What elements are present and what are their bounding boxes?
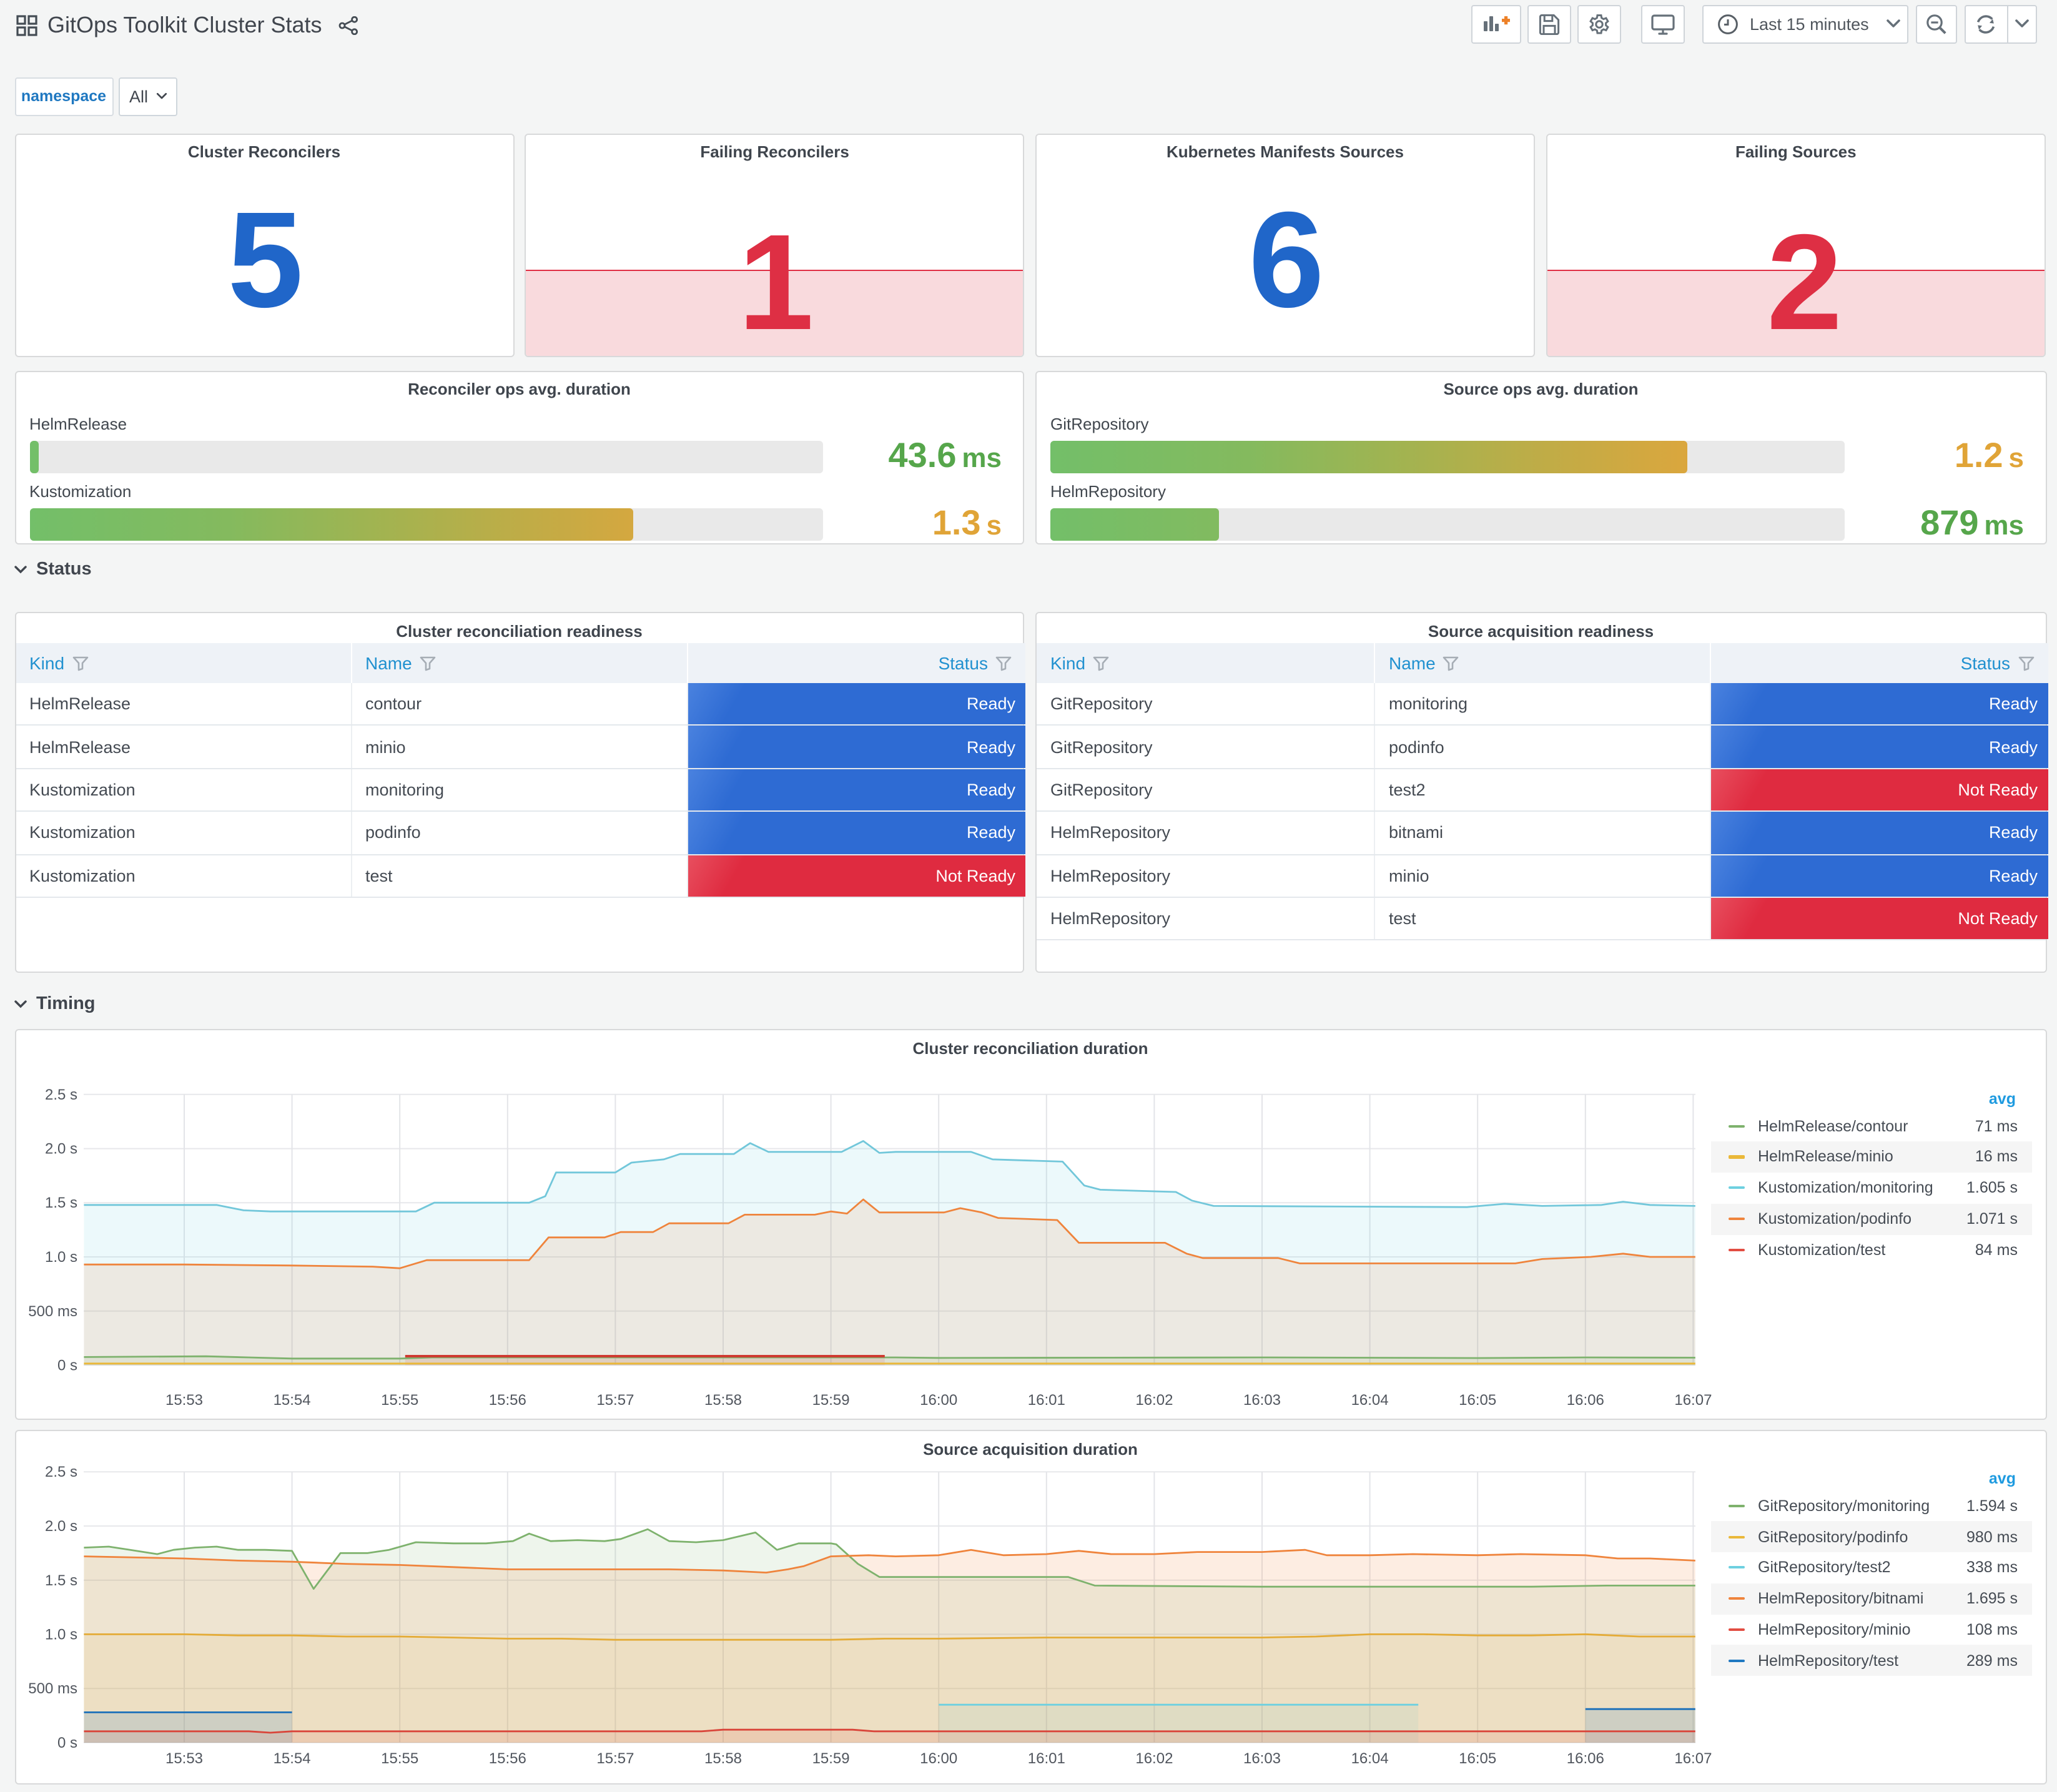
svg-text:16:01: 16:01 bbox=[1027, 1750, 1065, 1767]
svg-text:15:57: 15:57 bbox=[596, 1750, 633, 1767]
svg-text:2.5 s: 2.5 s bbox=[44, 1464, 77, 1480]
svg-text:15:58: 15:58 bbox=[704, 1392, 741, 1409]
svg-text:1.0 s: 1.0 s bbox=[44, 1626, 77, 1643]
svg-text:1.5 s: 1.5 s bbox=[44, 1572, 77, 1589]
svg-text:2.0 s: 2.0 s bbox=[44, 1518, 77, 1535]
svg-text:15:56: 15:56 bbox=[488, 1392, 526, 1409]
svg-text:2.0 s: 2.0 s bbox=[44, 1141, 77, 1158]
svg-text:500 ms: 500 ms bbox=[27, 1680, 77, 1697]
svg-text:15:55: 15:55 bbox=[380, 1392, 418, 1409]
svg-text:15:59: 15:59 bbox=[812, 1392, 849, 1409]
svg-text:500 ms: 500 ms bbox=[27, 1303, 77, 1320]
svg-text:16:02: 16:02 bbox=[1135, 1750, 1172, 1767]
svg-text:0 s: 0 s bbox=[57, 1735, 77, 1751]
svg-text:16:00: 16:00 bbox=[919, 1392, 957, 1409]
svg-text:15:54: 15:54 bbox=[273, 1750, 310, 1767]
svg-text:15:57: 15:57 bbox=[596, 1392, 633, 1409]
svg-text:15:54: 15:54 bbox=[273, 1392, 310, 1409]
svg-text:16:06: 16:06 bbox=[1566, 1750, 1604, 1767]
svg-text:15:59: 15:59 bbox=[812, 1750, 849, 1767]
svg-text:16:05: 16:05 bbox=[1458, 1392, 1496, 1409]
svg-text:2.5 s: 2.5 s bbox=[44, 1086, 77, 1103]
svg-text:15:56: 15:56 bbox=[488, 1750, 526, 1767]
svg-text:15:53: 15:53 bbox=[165, 1750, 202, 1767]
svg-text:16:04: 16:04 bbox=[1351, 1750, 1388, 1767]
svg-text:1.0 s: 1.0 s bbox=[44, 1249, 77, 1266]
svg-text:16:06: 16:06 bbox=[1566, 1392, 1604, 1409]
svg-text:16:03: 16:03 bbox=[1243, 1750, 1280, 1767]
svg-text:0 s: 0 s bbox=[57, 1357, 77, 1374]
svg-text:16:02: 16:02 bbox=[1135, 1392, 1172, 1409]
svg-text:16:07: 16:07 bbox=[1674, 1392, 1711, 1409]
svg-text:16:01: 16:01 bbox=[1027, 1392, 1065, 1409]
svg-text:16:05: 16:05 bbox=[1458, 1750, 1496, 1767]
svg-text:15:55: 15:55 bbox=[380, 1750, 418, 1767]
svg-text:16:07: 16:07 bbox=[1674, 1750, 1711, 1767]
svg-text:16:04: 16:04 bbox=[1351, 1392, 1388, 1409]
svg-text:15:58: 15:58 bbox=[704, 1750, 741, 1767]
svg-text:1.5 s: 1.5 s bbox=[44, 1194, 77, 1211]
svg-text:16:03: 16:03 bbox=[1243, 1392, 1280, 1409]
svg-text:15:53: 15:53 bbox=[165, 1392, 202, 1409]
svg-text:16:00: 16:00 bbox=[919, 1750, 957, 1767]
